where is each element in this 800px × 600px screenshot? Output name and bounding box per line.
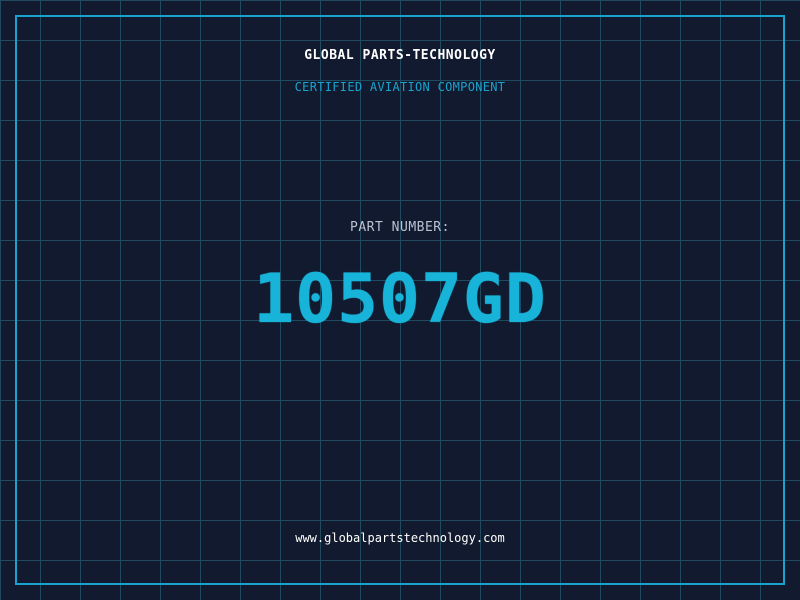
part-number-value: 10507GD <box>253 260 547 339</box>
label-card: GLOBAL PARTS-TECHNOLOGY CERTIFIED AVIATI… <box>0 0 800 600</box>
website-url: www.globalpartstechnology.com <box>295 531 505 545</box>
part-number-label: PART NUMBER: <box>350 220 450 235</box>
certification-subtitle: CERTIFIED AVIATION COMPONENT <box>294 80 506 94</box>
company-name: GLOBAL PARTS-TECHNOLOGY <box>304 48 496 63</box>
